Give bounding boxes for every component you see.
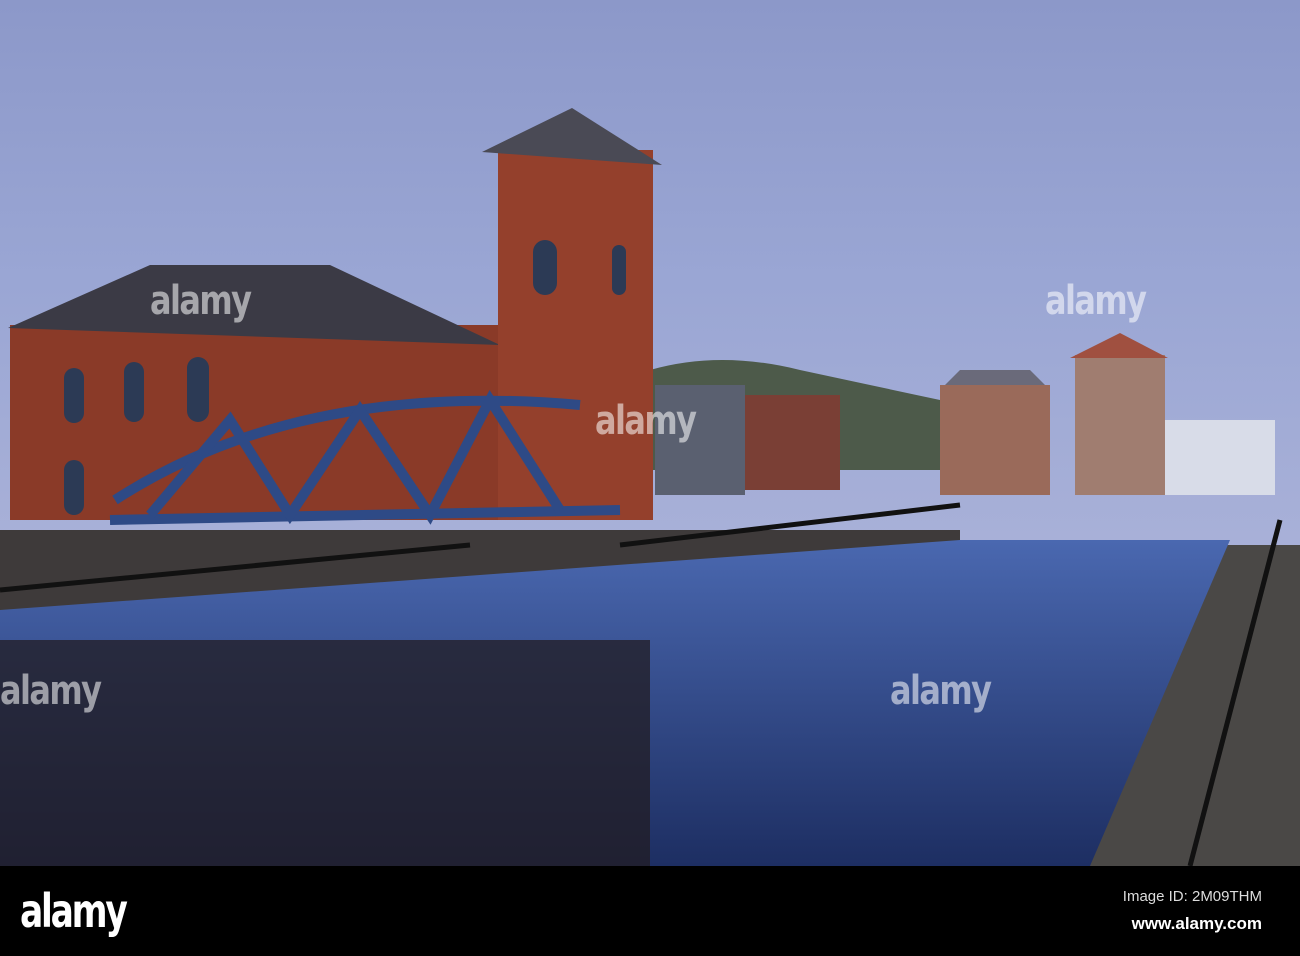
- watermark: alamy: [595, 398, 697, 444]
- watermark: alamy: [150, 278, 252, 324]
- alamy-logo[interactable]: alamy: [20, 884, 128, 938]
- footer-bar: alamy Image ID: 2M09THM www.alamy.com: [0, 866, 1300, 956]
- watermark: alamy: [890, 668, 992, 714]
- image-id: Image ID: 2M09THM: [1122, 888, 1262, 905]
- watermark: alamy: [0, 668, 102, 714]
- site-url[interactable]: www.alamy.com: [1132, 914, 1262, 934]
- watermark: alamy: [1045, 278, 1147, 324]
